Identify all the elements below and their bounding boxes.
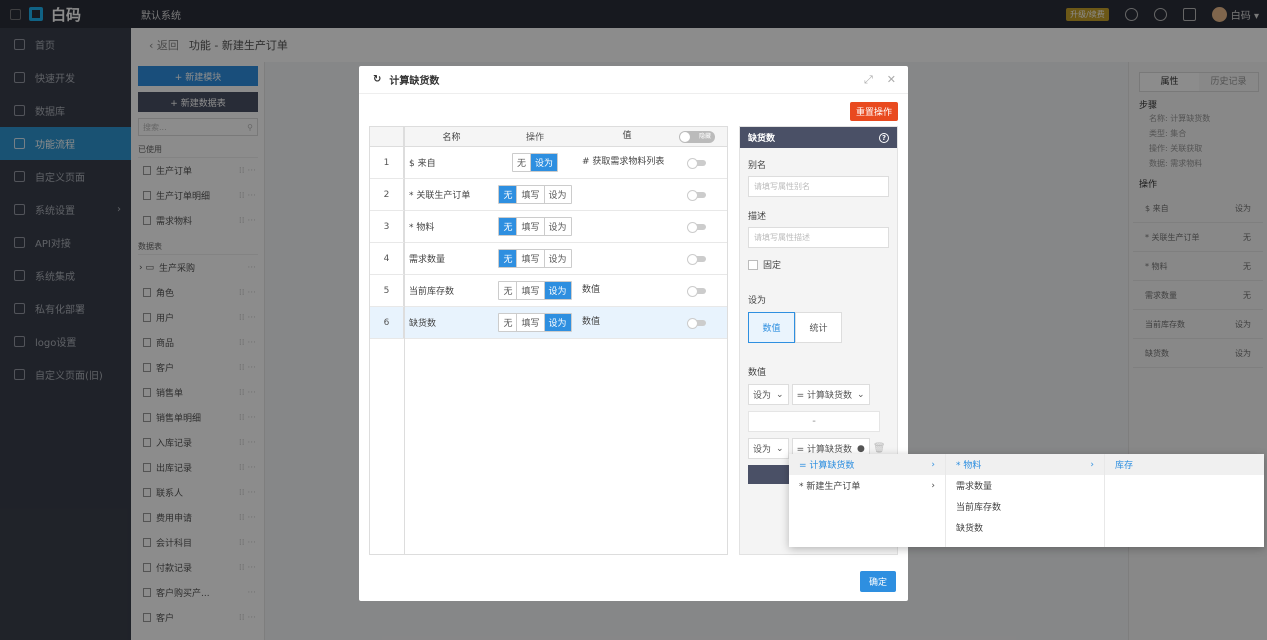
row-toggle[interactable]	[686, 189, 706, 201]
desc-label: 描述	[748, 212, 767, 222]
col-value: 值	[622, 131, 632, 141]
stat-card[interactable]: 统计	[795, 312, 842, 343]
chevron-right-icon: ›	[1090, 459, 1094, 470]
table-row[interactable]: 3 * 物料无填写 设为	[370, 211, 727, 243]
setas-label: 设为	[748, 296, 767, 306]
row-toggle[interactable]	[686, 317, 706, 329]
alias-label: 别名	[748, 161, 767, 171]
setas-select[interactable]: 设为 ⌄	[748, 384, 789, 405]
op-selector[interactable]: 无填写 设为	[498, 281, 572, 300]
chevron-right-icon: ›	[931, 480, 935, 491]
operator-field[interactable]: -	[748, 411, 880, 432]
table-row[interactable]: 5 当前库存数无填写 设为 数值	[370, 275, 727, 307]
source-select[interactable]: = 计算缺货数 ⌄	[791, 384, 870, 405]
cascade-item[interactable]: 当前库存数	[946, 496, 1104, 517]
help-icon[interactable]: ?	[879, 132, 889, 143]
table-row[interactable]: 2 * 关联生产订单无填写 设为	[370, 179, 727, 211]
row-toggle[interactable]	[686, 253, 706, 265]
chevron-right-icon: ›	[931, 459, 935, 470]
cascade-item[interactable]: 库存	[1105, 454, 1264, 475]
cascade-item[interactable]: = 计算缺货数 ›	[789, 454, 945, 475]
cascade-item[interactable]: * 新建生产订单 ›	[789, 475, 945, 496]
value-label: 数值	[748, 368, 767, 378]
col-name: 名称	[442, 133, 461, 143]
table-row[interactable]: 1 $ 来自无设为 # 获取需求物料列表	[370, 147, 727, 179]
modal-title: 计算缺货数	[389, 76, 440, 87]
table-row[interactable]: 6 缺货数无填写 设为 数值	[370, 307, 727, 339]
pane-title: 缺货数	[748, 134, 776, 144]
cascade-item[interactable]: 需求数量	[946, 475, 1104, 496]
fixed-checkbox[interactable]: 固定	[748, 258, 889, 271]
row-toggle[interactable]	[686, 285, 706, 297]
chevron-down-icon: ⌄	[856, 389, 865, 400]
col-op: 操作	[525, 133, 544, 143]
chevron-down-icon: ⌄	[776, 443, 784, 454]
setas-select-2[interactable]: 设为 ⌄	[748, 438, 789, 459]
reset-button[interactable]: 重置操作	[849, 102, 898, 121]
row-toggle[interactable]	[686, 157, 706, 169]
cascade-dropdown: = 计算缺货数 › * 新建生产订单 › * 物料 › 需求数量 当前库存数 缺货数 …	[789, 454, 1264, 547]
chevron-down-icon: ⌄	[776, 389, 784, 400]
op-selector[interactable]: 无填写 设为	[498, 217, 572, 236]
value-card[interactable]: 数值	[748, 312, 795, 343]
field-table: 名称 操作 值 隐藏 1 $ 来自无设为 # 获取需求物料列表 2 * 关联生产订单无填写设…	[369, 126, 728, 555]
desc-input[interactable]: 请填写属性描述	[748, 227, 889, 248]
close-icon[interactable]: ✕	[887, 73, 896, 87]
refresh-icon[interactable]: ↻	[373, 74, 381, 85]
op-selector[interactable]: 无填写 设为	[498, 185, 572, 204]
op-selector[interactable]: 无设为	[511, 153, 559, 172]
confirm-button[interactable]: 确定	[859, 571, 896, 592]
alias-input[interactable]: 请填写属性别名	[748, 176, 889, 197]
row-toggle[interactable]	[686, 221, 706, 233]
cascade-item[interactable]: * 物料 ›	[946, 454, 1104, 475]
op-selector[interactable]: 无填写 设为	[498, 313, 572, 332]
op-selector[interactable]: 无填写 设为	[498, 249, 572, 268]
hide-all-toggle[interactable]: 隐藏	[679, 130, 715, 143]
cascade-item[interactable]: 缺货数	[946, 517, 1104, 538]
table-row[interactable]: 4 需求数量无填写 设为	[370, 243, 727, 275]
clear-icon[interactable]: ●	[857, 444, 865, 454]
expand-icon[interactable]: ⤢	[864, 73, 873, 87]
